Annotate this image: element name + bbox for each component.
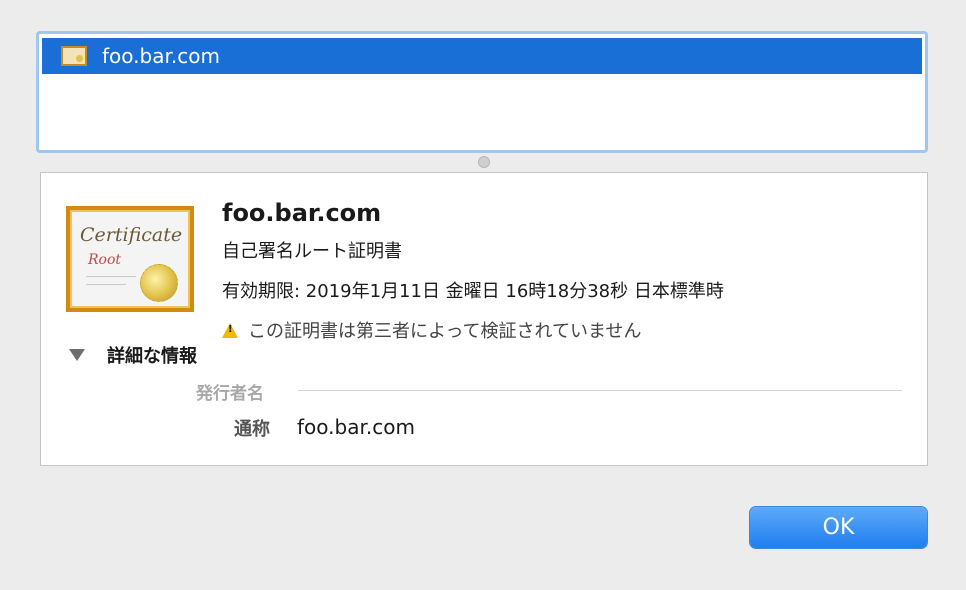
warning-icon <box>222 322 238 338</box>
certificate-info: foo.bar.com 自己署名ルート証明書 有効期限: 2019年1月11日 … <box>222 199 724 343</box>
certificate-root-icon: Certificate Root <box>66 206 194 312</box>
certificate-icon <box>61 46 87 66</box>
cert-icon-subtitle: Root <box>88 252 122 268</box>
section-divider <box>298 390 902 391</box>
common-name-value: foo.bar.com <box>297 415 415 439</box>
common-name-label: 通称 <box>234 419 270 440</box>
details-disclosure[interactable]: 詳細な情報 <box>69 342 197 368</box>
cert-icon-title: Certificate <box>80 224 183 246</box>
certificate-expiry: 有効期限: 2019年1月11日 金曜日 16時18分38秒 日本標準時 <box>222 281 724 302</box>
tree-item-certificate[interactable]: foo.bar.com <box>42 38 922 74</box>
details-toggle-label: 詳細な情報 <box>107 346 197 367</box>
certificate-type: 自己署名ルート証明書 <box>222 241 402 262</box>
issuer-section-header: 発行者名 <box>196 384 264 404</box>
certificate-name: foo.bar.com <box>222 199 382 227</box>
certificate-warning: この証明書は第三者によって検証されていません <box>222 317 724 343</box>
disclosure-triangle-icon[interactable] <box>69 349 85 361</box>
splitter-handle[interactable] <box>478 156 490 168</box>
cert-seal-icon <box>140 264 178 302</box>
cert-icon-line <box>86 276 136 277</box>
cert-icon-line <box>86 284 126 285</box>
warning-text: この証明書は第三者によって検証されていません <box>248 321 642 342</box>
certificate-tree[interactable]: foo.bar.com <box>36 31 928 153</box>
tree-item-label: foo.bar.com <box>102 44 220 68</box>
certificate-detail-panel: Certificate Root foo.bar.com 自己署名ルート証明書 … <box>40 172 928 466</box>
ok-button[interactable]: OK <box>750 507 927 548</box>
